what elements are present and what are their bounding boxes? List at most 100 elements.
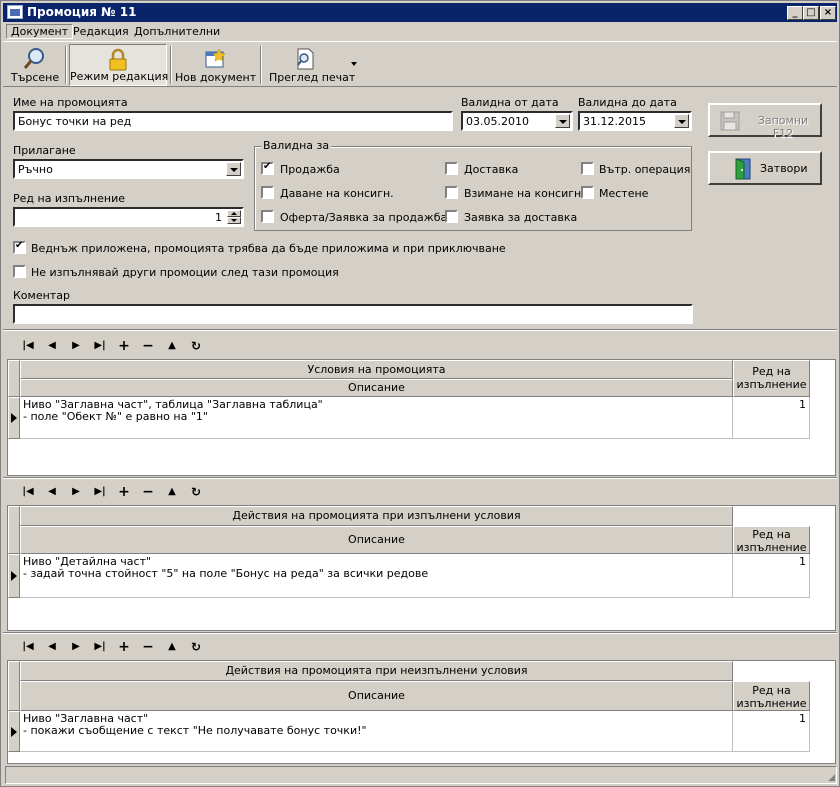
- last-icon[interactable]: ▶|: [91, 485, 109, 499]
- offer-checkbox[interactable]: [261, 210, 274, 223]
- next-icon[interactable]: ▶: [67, 339, 85, 353]
- sale-checkbox[interactable]: [261, 161, 274, 175]
- section-divider: [3, 477, 837, 479]
- menu-additional[interactable]: Допълнителни: [134, 25, 220, 38]
- apply-select[interactable]: Ръчно: [13, 159, 244, 179]
- maximize-button[interactable]: □: [803, 6, 819, 20]
- door-exit-icon: [735, 158, 751, 180]
- move-checkbox[interactable]: [581, 186, 594, 199]
- refresh-icon[interactable]: ↻: [187, 339, 205, 353]
- internal-op-checkbox[interactable]: [581, 162, 594, 175]
- once-applied-checkbox[interactable]: [13, 240, 26, 254]
- delivery-request-checkbox[interactable]: [445, 210, 458, 223]
- toolbar: Търсене Режим редакция Нов документ Прег…: [3, 41, 837, 87]
- valid-to-label: Валидна до дата: [578, 96, 677, 109]
- dropdown-arrow-icon[interactable]: [351, 62, 357, 66]
- comment-field[interactable]: [13, 304, 693, 324]
- chevron-down-icon[interactable]: [555, 114, 570, 128]
- consign-give-checkbox[interactable]: [261, 186, 274, 199]
- grid-header-indicator: [8, 661, 20, 711]
- valid-from-label: Валидна от дата: [461, 96, 559, 109]
- up-icon[interactable]: ▲: [163, 485, 181, 499]
- lock-icon: [109, 48, 127, 71]
- next-icon[interactable]: ▶: [67, 485, 85, 499]
- comment-label: Коментар: [13, 289, 70, 302]
- description-column-header[interactable]: Описание: [20, 526, 733, 554]
- actions-unmet-band-header: Действия на промоцията при неизпълнени у…: [20, 661, 733, 681]
- consign-give-label: Даване на консигн.: [280, 187, 394, 200]
- menu-document[interactable]: Документ: [6, 24, 74, 39]
- next-icon[interactable]: ▶: [67, 640, 85, 654]
- up-icon[interactable]: ▲: [163, 339, 181, 353]
- name-field[interactable]: Бонус точки на ред: [13, 111, 453, 131]
- consign-take-checkbox[interactable]: [445, 186, 458, 199]
- order-column-header[interactable]: Ред на изпълнение: [733, 681, 810, 711]
- minimize-button[interactable]: _: [787, 6, 803, 20]
- new-document-button[interactable]: Нов документ: [175, 44, 256, 86]
- search-button[interactable]: Търсене: [7, 44, 63, 86]
- first-icon[interactable]: |◀: [19, 485, 37, 499]
- add-icon[interactable]: +: [115, 640, 133, 654]
- toolbar-separator: [65, 46, 67, 84]
- menu-edit[interactable]: Редакция: [73, 25, 129, 38]
- add-icon[interactable]: +: [115, 485, 133, 499]
- edit-mode-button[interactable]: Режим редакция: [69, 44, 168, 86]
- row-indicator[interactable]: [8, 711, 20, 752]
- action-description-cell[interactable]: Ниво "Детайлна част" - задай точна стойн…: [20, 554, 733, 598]
- order-column-header[interactable]: Ред на изпълнение: [733, 526, 810, 554]
- description-column-header[interactable]: Описание: [20, 681, 733, 711]
- first-icon[interactable]: |◀: [19, 640, 37, 654]
- delivery-checkbox[interactable]: [445, 162, 458, 175]
- title-bar[interactable]: Промоция № 11 _ □ ×: [3, 3, 837, 22]
- add-icon[interactable]: +: [115, 339, 133, 353]
- save-button[interactable]: Запомни F12: [708, 103, 822, 140]
- actions-met-grid[interactable]: Действия на промоцията при изпълнени усл…: [7, 505, 836, 631]
- delete-icon[interactable]: −: [139, 640, 157, 654]
- grid-header-indicator: [8, 360, 20, 397]
- row-pointer-icon: [11, 413, 17, 423]
- condition-order-cell[interactable]: 1: [733, 397, 810, 439]
- valid-for-caption: Валидна за: [261, 139, 332, 152]
- valid-from-picker[interactable]: 03.05.2010: [461, 111, 573, 131]
- prev-icon[interactable]: ◀: [43, 339, 61, 353]
- move-label: Местене: [599, 187, 649, 200]
- prev-icon[interactable]: ◀: [43, 640, 61, 654]
- last-icon[interactable]: ▶|: [91, 640, 109, 654]
- spin-up-icon[interactable]: [227, 210, 241, 217]
- order-label: Ред на изпълнение: [13, 192, 125, 205]
- up-icon[interactable]: ▲: [163, 640, 181, 654]
- action-order-cell[interactable]: 1: [733, 711, 810, 752]
- resize-grip-icon[interactable]: ◢: [828, 773, 835, 783]
- close-button[interactable]: Затвори: [708, 151, 822, 185]
- row-indicator[interactable]: [8, 397, 20, 439]
- row-indicator[interactable]: [8, 554, 20, 598]
- apply-value: Ръчно: [18, 163, 53, 176]
- action-order-cell[interactable]: 1: [733, 554, 810, 598]
- chevron-down-icon[interactable]: [226, 162, 241, 176]
- print-preview-button[interactable]: Преглед печат: [265, 44, 357, 86]
- description-column-header[interactable]: Описание: [20, 379, 733, 397]
- spin-buttons[interactable]: [227, 210, 241, 224]
- first-icon[interactable]: |◀: [19, 339, 37, 353]
- chevron-down-icon[interactable]: [674, 114, 689, 128]
- section-divider: [3, 329, 837, 331]
- no-other-promos-checkbox[interactable]: [13, 265, 26, 278]
- print-preview-icon: [297, 48, 314, 70]
- order-column-header[interactable]: Ред на изпълнение: [733, 360, 810, 397]
- last-icon[interactable]: ▶|: [91, 339, 109, 353]
- actions-unmet-grid[interactable]: Действия на промоцията при неизпълнени у…: [7, 660, 836, 764]
- valid-to-picker[interactable]: 31.12.2015: [578, 111, 692, 131]
- prev-icon[interactable]: ◀: [43, 485, 61, 499]
- conditions-band-header: Условия на промоцията: [20, 360, 733, 379]
- refresh-icon[interactable]: ↻: [187, 640, 205, 654]
- refresh-icon[interactable]: ↻: [187, 485, 205, 499]
- conditions-grid[interactable]: Условия на промоцията Описание Ред на из…: [7, 359, 836, 476]
- spin-down-icon[interactable]: [227, 217, 241, 224]
- delete-icon[interactable]: −: [139, 485, 157, 499]
- delete-icon[interactable]: −: [139, 339, 157, 353]
- order-stepper[interactable]: 1: [13, 207, 244, 227]
- save-button-label: Запомни F12: [757, 114, 809, 140]
- condition-description-cell[interactable]: Ниво "Заглавна част", таблица "Заглавна …: [20, 397, 733, 439]
- close-window-button[interactable]: ×: [820, 6, 836, 20]
- action-description-cell[interactable]: Ниво "Заглавна част" - покажи съобщение …: [20, 711, 733, 752]
